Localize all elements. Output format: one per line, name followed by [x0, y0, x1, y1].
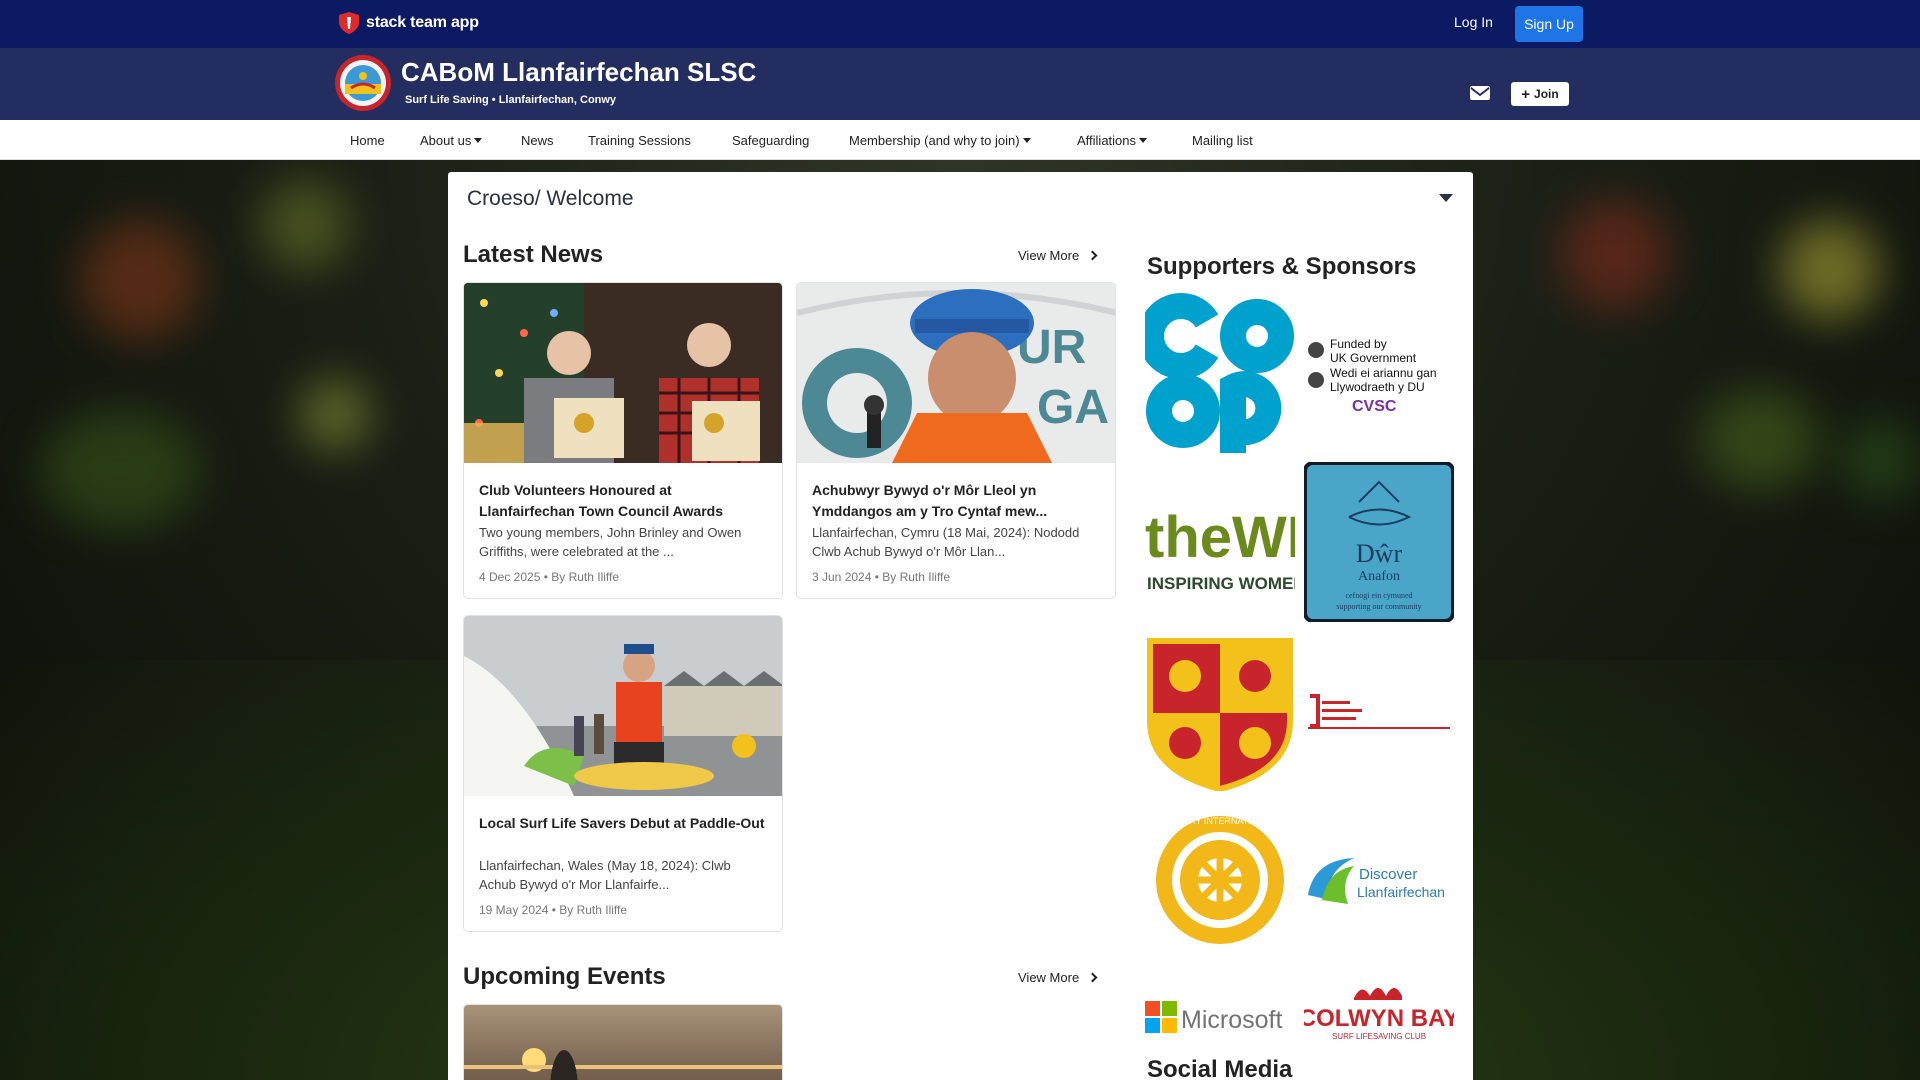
- partner-logo[interactable]: [1304, 631, 1454, 791]
- social-media-title: Social Media: [1147, 1056, 1293, 1080]
- log-in-link[interactable]: Log In: [1454, 14, 1493, 30]
- join-button[interactable]: + Join: [1511, 82, 1569, 106]
- wi-logo[interactable]: theWI INSPIRING WOMEN: [1145, 462, 1295, 622]
- microsoft-logo[interactable]: Microsoft: [1145, 968, 1295, 1058]
- discover-line1: Discover: [1359, 866, 1417, 883]
- caret-down-icon: [1022, 138, 1031, 143]
- news-title: Club Volunteers Honoured at Llanfairfech…: [479, 482, 723, 519]
- coop-logo[interactable]: [1145, 293, 1295, 453]
- ukgov-line2: UK Government: [1330, 351, 1417, 365]
- news-excerpt: Two young members, John Brinley and Owen…: [479, 525, 742, 559]
- wi-tagline: INSPIRING WOMEN: [1147, 574, 1295, 593]
- news-card[interactable]: UR GA Achubwyr Bywyd o'r Môr Lleol yn Ym…: [796, 282, 1116, 599]
- ukgov-line4: Llywodraeth y DU: [1330, 380, 1425, 394]
- welcome-title[interactable]: Croeso/ Welcome: [467, 187, 634, 211]
- sponsors-title: Supporters & Sponsors: [1147, 253, 1417, 280]
- gwynedd-crest-logo[interactable]: [1145, 631, 1295, 791]
- uk-government-logo[interactable]: Funded by UK Government Wedi ei ariannu …: [1304, 293, 1454, 453]
- join-label: Join: [1534, 87, 1559, 101]
- club-name: CABoM Llanfairfechan SLSC: [401, 57, 757, 87]
- svg-text:GA: GA: [1037, 381, 1109, 434]
- news-title: Achubwyr Bywyd o'r Môr Lleol yn Ymddango…: [812, 482, 1048, 519]
- news-card[interactable]: Local Surf Life Savers Debut at Paddle-O…: [463, 615, 783, 932]
- latest-news-title: Latest News: [463, 241, 604, 268]
- sign-up-button[interactable]: Sign Up: [1515, 6, 1583, 42]
- dwr-line3: cefnogi ein cymuned: [1345, 591, 1412, 600]
- nav-affiliations[interactable]: Affiliations: [1077, 133, 1148, 148]
- microsoft-text: Microsoft: [1181, 1006, 1282, 1034]
- news-excerpt: Llanfairfechan, Cymru (18 Mai, 2024): No…: [812, 525, 1080, 559]
- caret-down-icon: [1139, 138, 1148, 143]
- nav-membership[interactable]: Membership (and why to join): [849, 133, 1031, 148]
- colwyn-line2: SURF LIFESAVING CLUB: [1332, 1032, 1426, 1041]
- rotary-text: ROTARY INTERNATIONAL: [1165, 816, 1275, 826]
- news-excerpt: Llanfairfechan, Wales (May 18, 2024): Cl…: [479, 858, 731, 892]
- nav-safeguarding[interactable]: Safeguarding: [732, 133, 809, 148]
- rotary-logo[interactable]: ROTARY INTERNATIONAL: [1145, 800, 1295, 960]
- news-meta: 4 Dec 2025 • By Ruth Iliffe: [479, 570, 620, 584]
- dwr-anafon-logo[interactable]: Dŵr Anafon cefnogi ein cymuned supportin…: [1304, 462, 1454, 622]
- main-nav: Home About us News Training Sessions Saf…: [0, 120, 1920, 160]
- news-meta: 3 Jun 2024 • By Ruth Iliffe: [812, 570, 951, 584]
- top-bar: stack team app Log In Sign Up: [0, 0, 1920, 48]
- club-crest-icon[interactable]: [334, 54, 392, 112]
- club-header: CABoM Llanfairfechan SLSC Surf Life Savi…: [0, 48, 1920, 120]
- club-subtitle: Surf Life Saving • Llanfairfechan, Conwy: [405, 94, 617, 106]
- nav-mailing-list[interactable]: Mailing list: [1192, 133, 1253, 148]
- caret-down-icon: [474, 138, 483, 143]
- dwr-line2: Anafon: [1358, 569, 1400, 584]
- colwyn-bay-slsc-logo[interactable]: COLWYN BAY SURF LIFESAVING CLUB: [1304, 968, 1454, 1058]
- nav-training-sessions[interactable]: Training Sessions: [588, 133, 691, 148]
- news-image: [464, 616, 782, 796]
- nav-home[interactable]: Home: [350, 133, 385, 148]
- chevron-right-icon: [1087, 972, 1098, 983]
- ukgov-line3: Wedi ei ariannu gan: [1330, 366, 1437, 380]
- ukgov-line1: Funded by: [1330, 337, 1387, 351]
- events-view-more-link[interactable]: View More: [1018, 970, 1098, 985]
- main-panel: Croeso/ Welcome Latest News View More Cl…: [448, 172, 1473, 1080]
- discover-llanfairfechan-logo[interactable]: Discover Llanfairfechan: [1304, 800, 1454, 960]
- shield-logo-icon: [339, 12, 359, 34]
- news-image: [464, 283, 782, 463]
- dwr-line4: supporting our community: [1336, 602, 1421, 611]
- brand-text: stack team app: [366, 14, 479, 31]
- news-title: Local Surf Life Savers Debut at Paddle-O…: [479, 815, 765, 831]
- upcoming-events-title: Upcoming Events: [463, 963, 666, 990]
- nav-news[interactable]: News: [521, 133, 554, 148]
- news-image: UR GA: [797, 283, 1115, 463]
- event-card[interactable]: [463, 1004, 783, 1080]
- plus-icon: +: [1521, 85, 1531, 103]
- discover-line2: Llanfairfechan: [1357, 884, 1445, 900]
- wi-main-text: theWI: [1145, 505, 1295, 570]
- colwyn-line1: COLWYN BAY: [1304, 1005, 1454, 1032]
- nav-about-us[interactable]: About us: [420, 133, 483, 148]
- chevron-right-icon: [1087, 250, 1098, 261]
- event-image: [464, 1005, 782, 1080]
- collapse-toggle-icon[interactable]: [1439, 194, 1453, 202]
- news-meta: 19 May 2024 • By Ruth Iliffe: [479, 903, 628, 917]
- news-view-more-link[interactable]: View More: [1018, 248, 1098, 263]
- cvsc-text: CVSC: [1352, 398, 1397, 415]
- dwr-line1: Dŵr: [1356, 539, 1403, 568]
- news-card[interactable]: Club Volunteers Honoured at Llanfairfech…: [463, 282, 783, 599]
- stack-team-app-logo[interactable]: stack team app: [336, 10, 479, 36]
- mail-icon[interactable]: [1469, 84, 1491, 102]
